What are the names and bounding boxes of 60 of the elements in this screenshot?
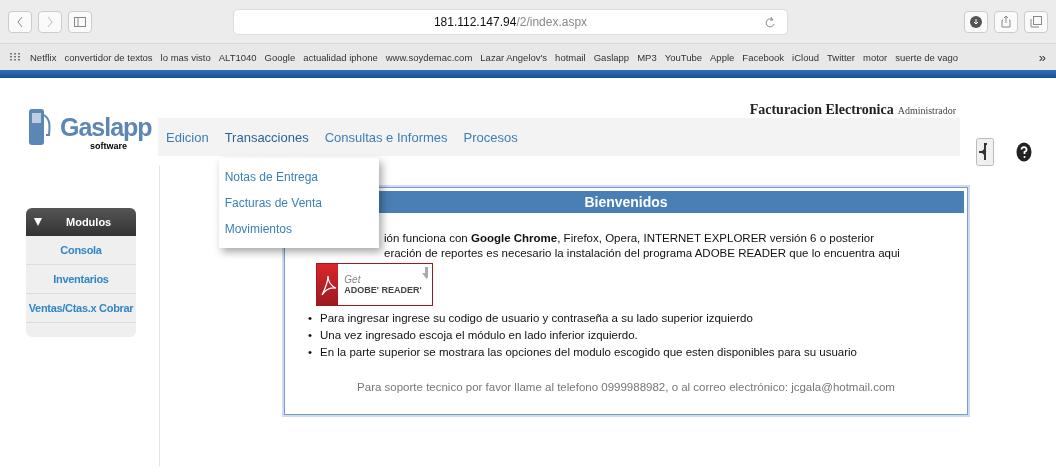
instruction-text: Una vez ingresado escoja el módulo en lado inferior izquierdo. (320, 328, 638, 343)
download-arrow-icon (421, 267, 428, 279)
bookmark-link[interactable]: YouTube (664, 51, 702, 63)
app-title: Facturacion Electronica (749, 102, 894, 117)
bookmark-link[interactable]: Google (264, 51, 296, 63)
sidebar-icon (74, 16, 86, 27)
bookmark-link[interactable]: MP3 (637, 51, 657, 63)
bullet-mark: • (308, 328, 313, 343)
share-button[interactable] (994, 10, 1018, 33)
modules-header[interactable]: Modulos (26, 208, 136, 236)
bookmark-link[interactable]: Lazar Angelov's (480, 51, 548, 63)
back-button[interactable] (8, 10, 32, 33)
chevron-right-icon (46, 15, 54, 28)
bookmark-link[interactable]: Twitter (827, 51, 855, 63)
menu-item[interactable]: Consultas e Informes (324, 129, 448, 145)
tabs-icon (1030, 15, 1042, 28)
adobe-reader-badge[interactable]: Get ADOBE' READER' (316, 263, 433, 306)
instruction-text: En la parte superior se mostrara las opciones del modulo escogido que esten disponibles para su usuario (320, 345, 858, 360)
help-icon[interactable] (1016, 142, 1032, 162)
bookmark-link[interactable]: Apple (710, 51, 735, 63)
triangle-icon (34, 218, 42, 226)
info-text: ión funciona con Google Chrome, Firefox, Opera, INTERNET EXPLORER versión 6 o posterior (384, 232, 875, 244)
bullet-mark: • (308, 345, 313, 360)
bookmark-link[interactable]: www.soydemac.com (385, 51, 473, 63)
sidebar-button[interactable] (68, 10, 92, 33)
bookmark-link[interactable]: Netflix (30, 51, 57, 63)
menu-item[interactable]: Edicion (166, 129, 209, 145)
bookmark-link[interactable]: convertidor de textos (64, 51, 153, 63)
chevron-left-icon (16, 15, 24, 28)
more-bookmarks-button[interactable]: » (1038, 49, 1046, 65)
info-text: eración de reportes es necesario la instalación del programa ADOBE READER que lo encuentra aqui (384, 247, 901, 259)
bookmark-link[interactable]: ALT1040 (218, 51, 257, 63)
logo-text: Gaslapp (60, 112, 152, 141)
menu-item[interactable]: Procesos (463, 129, 518, 145)
badge-product-text: ADOBE' READER' (344, 285, 422, 295)
tabs-button[interactable] (1024, 10, 1048, 33)
bookmark-link[interactable]: actualidad iphone (303, 51, 378, 63)
instruction-text: Para ingresar ingrese su codigo de usuario y contraseña a su lado superior izquierdo (320, 311, 753, 326)
exit-icon[interactable] (976, 138, 994, 166)
dropdown-item[interactable]: Movimientos (218, 215, 379, 242)
bookmark-link[interactable]: hotmail (555, 51, 586, 63)
menu-item[interactable]: Transacciones (224, 129, 309, 145)
download-icon (970, 15, 982, 28)
address-field[interactable]: 181.112.147.94/2/index.aspx (233, 8, 788, 35)
download-button[interactable] (964, 10, 988, 33)
bullet-mark: • (308, 311, 313, 326)
share-icon (1001, 15, 1011, 28)
user-role: Administrador (897, 105, 956, 116)
dropdown-item[interactable]: Notas de Entrega (218, 163, 379, 190)
grid-icon[interactable] (10, 53, 22, 61)
bookmark-link[interactable]: motor (863, 51, 888, 63)
bookmark-link[interactable]: Facebook (742, 51, 785, 63)
fuel-pump-icon (28, 107, 52, 147)
bookmark-link[interactable]: Gaslapp (593, 51, 630, 63)
bookmark-link[interactable]: suerte de vago (895, 51, 959, 63)
badge-get-text: Get (344, 274, 361, 285)
reload-icon[interactable] (765, 15, 775, 28)
support-text: Para soporte tecnico por favor llame al telefono 0999988982, o al correo electrónico: jcgala@hotmail.com (356, 381, 896, 393)
bookmark-link[interactable]: iCloud (792, 51, 819, 63)
bookmark-link[interactable]: lo mas visto (160, 51, 211, 63)
